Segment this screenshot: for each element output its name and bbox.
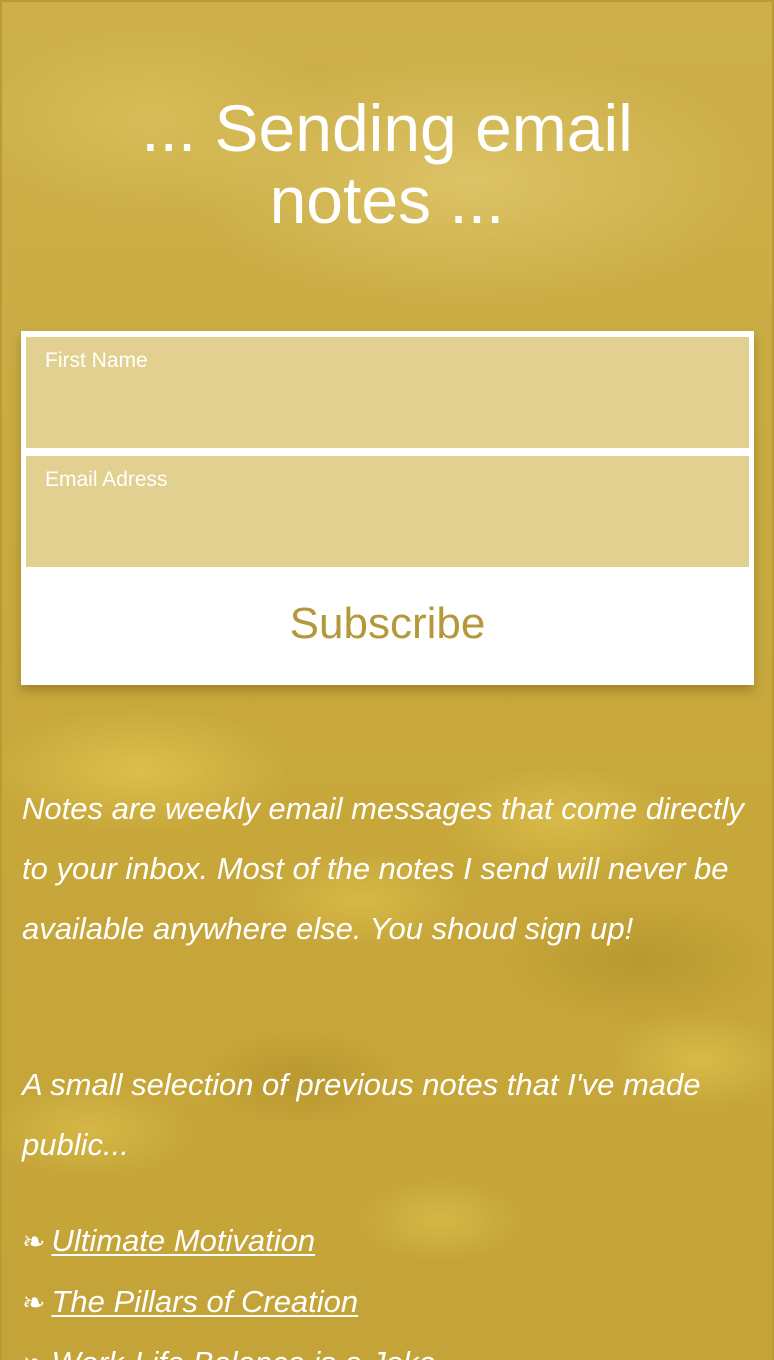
notes-link-list: ❧ Ultimate Motivation ❧ The Pillars of Cre… — [22, 1211, 762, 1360]
page-title: ... Sending email notes ... — [141, 91, 633, 237]
intro-text: Notes are weekly email messages that com… — [22, 791, 744, 946]
first-name-input[interactable] — [45, 387, 729, 429]
selection-intro-text: A small selection of previous notes that… — [22, 1067, 701, 1162]
subscribe-button[interactable]: Subscribe — [26, 569, 749, 679]
link-pillars-of-creation[interactable]: The Pillars of Creation — [51, 1284, 358, 1319]
first-name-label: First Name — [45, 349, 148, 372]
fleuron-bullet-icon: ❧ — [22, 1226, 46, 1257]
email-field[interactable]: Email Adress — [26, 456, 749, 567]
list-item: ❧ The Pillars of Creation — [22, 1272, 762, 1333]
email-input[interactable] — [45, 506, 729, 548]
fleuron-bullet-icon: ❧ — [22, 1348, 45, 1360]
link-work-life-balance[interactable]: Work-Life Balance is a Joke — [51, 1345, 435, 1360]
first-name-field[interactable]: First Name — [26, 337, 749, 448]
list-item: ❧ Ultimate Motivation — [22, 1211, 762, 1272]
link-ultimate-motivation[interactable]: Ultimate Motivation — [51, 1223, 315, 1258]
signup-form: First Name Email Adress Subscribe — [21, 331, 754, 685]
list-item: ❧ Work-Life Balance is a Joke — [22, 1333, 762, 1360]
page-content: ... Sending email notes ... First Name E… — [0, 0, 774, 1360]
fleuron-bullet-icon: ❧ — [22, 1287, 46, 1318]
email-label: Email Adress — [45, 468, 168, 491]
